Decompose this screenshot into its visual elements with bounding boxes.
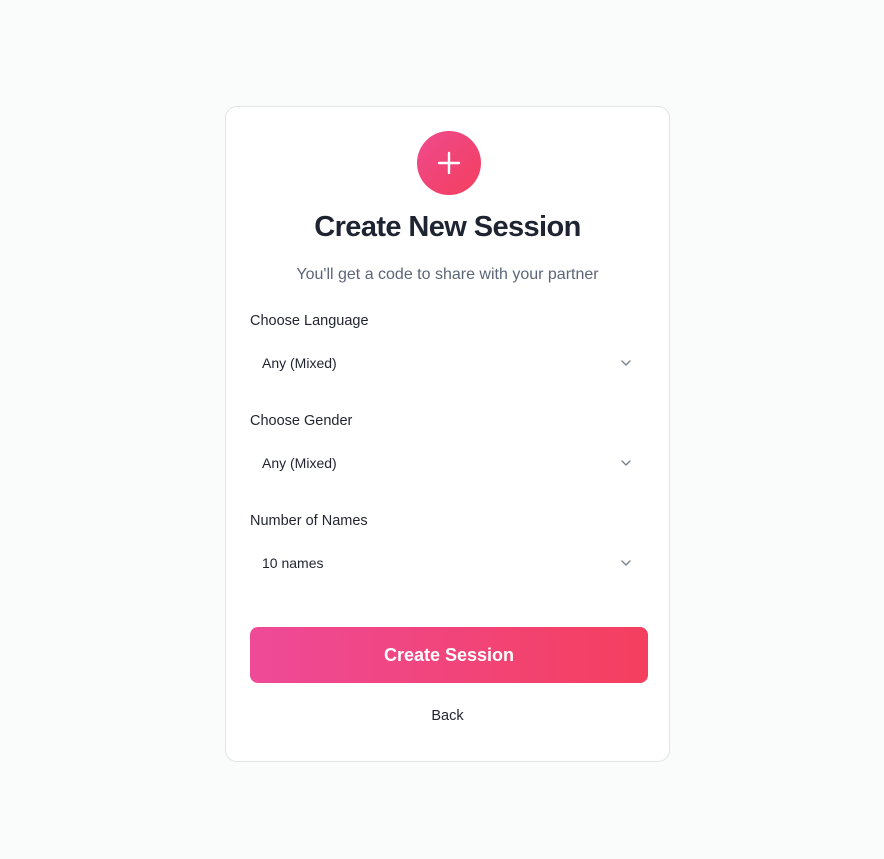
- language-select[interactable]: Any (Mixed): [250, 343, 648, 383]
- gender-select[interactable]: Any (Mixed): [250, 443, 648, 483]
- gender-label: Choose Gender: [250, 413, 353, 429]
- names-count-label: Number of Names: [250, 513, 368, 529]
- gender-select-value: Any (Mixed): [262, 455, 337, 471]
- create-session-button[interactable]: Create Session: [250, 627, 648, 683]
- page-title: Create New Session: [314, 211, 581, 243]
- language-label: Choose Language: [250, 313, 369, 329]
- plus-icon: [417, 131, 481, 195]
- chevron-down-icon: [621, 360, 631, 366]
- chevron-down-icon: [621, 560, 631, 566]
- plus-glyph: [437, 151, 461, 175]
- language-select-value: Any (Mixed): [262, 355, 337, 371]
- back-button[interactable]: Back: [226, 708, 669, 724]
- create-session-card: Create New Session You'll get a code to …: [225, 106, 670, 762]
- names-count-select-value: 10 names: [262, 555, 324, 571]
- page-subtitle: You'll get a code to share with your par…: [296, 266, 599, 283]
- names-count-select[interactable]: 10 names: [250, 543, 648, 583]
- chevron-down-icon: [621, 460, 631, 466]
